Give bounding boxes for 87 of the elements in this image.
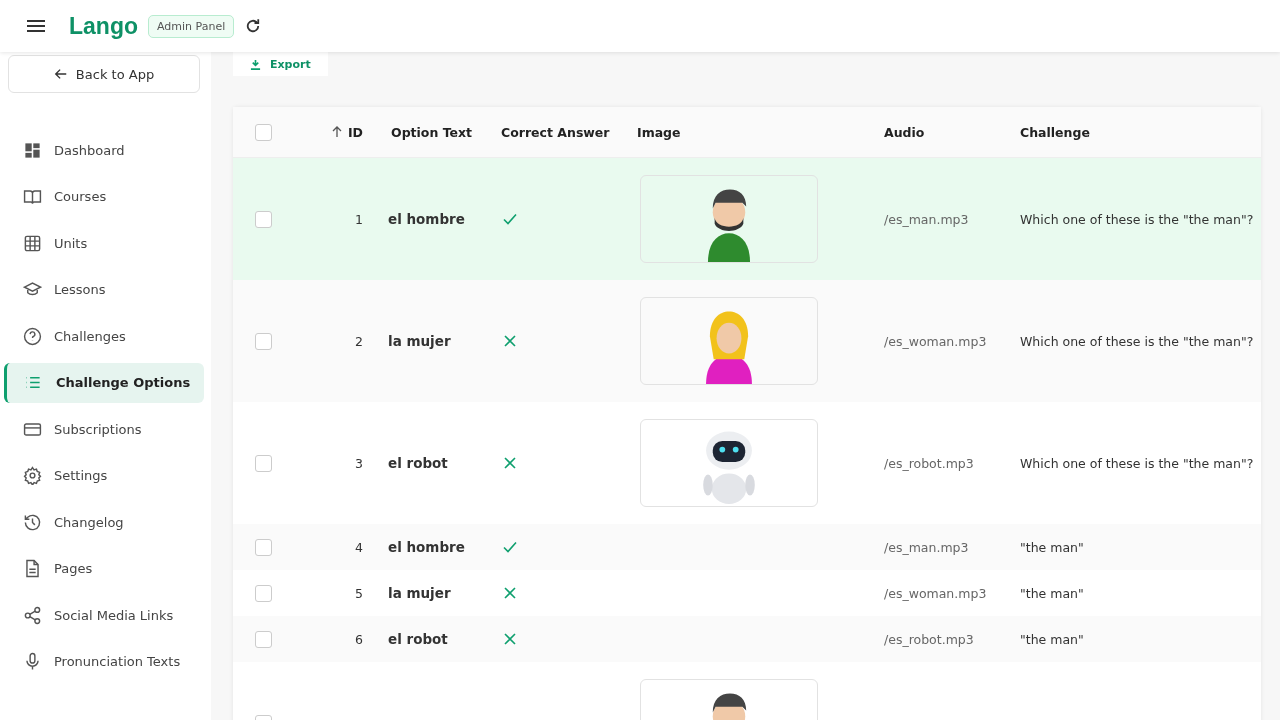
id-cell: 1	[355, 211, 363, 227]
sidebar-label: Courses	[54, 189, 107, 204]
history-icon	[23, 512, 42, 532]
sidebar-label: Units	[54, 235, 88, 251]
challenge-cell: Which one of these is the "the man"?	[1020, 211, 1254, 227]
sidebar-item[interactable]: Lessons	[4, 269, 204, 310]
row-checkbox[interactable]	[254, 210, 272, 228]
sidebar-label: Subscriptions	[54, 421, 142, 437]
sidebar-item[interactable]: Pages	[4, 548, 204, 589]
grid-icon	[23, 233, 42, 253]
menu-icon[interactable]	[27, 20, 45, 32]
sidebar-label: Challenges	[54, 328, 126, 344]
audio-path-cell: /es_man.mp3	[884, 211, 969, 227]
sidebar-label: Lessons	[54, 282, 106, 297]
column-header[interactable]: Correct Answer	[501, 124, 610, 140]
option-text-cell: el robot	[388, 631, 448, 647]
sidebar-label: Dashboard	[54, 142, 125, 158]
gear-icon	[23, 466, 42, 485]
sidebar-item[interactable]: Courses	[4, 176, 204, 217]
sidebar-label: Pronunciation Texts	[54, 654, 181, 669]
challenge-cell: "the man"	[1020, 631, 1084, 647]
sidebar-item[interactable]: Settings	[4, 455, 204, 496]
table-row[interactable]: 3 el robot /es_robot.mp3 Which one of these is the "the man"?	[233, 402, 1261, 524]
sidebar-label: Social Media Links	[54, 607, 174, 623]
sidebar-item[interactable]: Challenge Options	[4, 362, 204, 403]
question-icon	[23, 326, 42, 346]
row-checkbox[interactable]	[254, 454, 272, 472]
sidebar-item[interactable]: Social Media Links	[4, 595, 204, 635]
arrow-left-icon	[53, 67, 68, 81]
audio-path-cell: /es_woman.mp3	[884, 585, 987, 601]
column-header[interactable]: Audio	[884, 124, 925, 140]
image-thumbnail[interactable]	[640, 175, 818, 263]
sort-up-icon[interactable]	[331, 126, 342, 138]
sidebar-label: Changelog	[54, 514, 124, 530]
sidebar-item[interactable]: Dashboard	[4, 130, 204, 170]
row-checkbox[interactable]	[254, 630, 272, 648]
id-cell: 5	[355, 585, 363, 601]
sidebar-item[interactable]: Changelog	[4, 502, 204, 542]
table-row[interactable]: 1 el hombre /es_man.mp3 Which one of these is the "the man"?	[233, 158, 1261, 280]
admin-badge: Admin Panel	[148, 14, 235, 38]
table-row[interactable]: 5 la mujer /es_woman.mp3 "the man"	[233, 570, 1261, 616]
image-thumbnail[interactable]	[640, 297, 818, 385]
challenge-cell: Which one of these is the "the man"?	[1020, 455, 1254, 471]
sidebar-label: Settings	[54, 468, 108, 483]
back-button[interactable]: Back to App	[8, 55, 200, 93]
id-cell: 2	[355, 333, 363, 349]
row-checkbox[interactable]	[254, 538, 272, 556]
id-cell: 6	[355, 631, 363, 647]
option-text-cell: la mujer	[388, 585, 451, 601]
share-icon	[23, 605, 42, 625]
image-thumbnail[interactable]	[640, 419, 818, 507]
sidebar-label: Pages	[54, 561, 93, 576]
row-checkbox[interactable]	[254, 332, 272, 350]
table-row[interactable]: 2 la mujer /es_woman.mp3 Which one of these is the "the man"?	[233, 280, 1261, 402]
audio-path-cell: /es_man.mp3	[884, 539, 969, 555]
table-row[interactable]: 4 el hombre /es_man.mp3 "the man"	[233, 524, 1261, 570]
download-icon	[250, 58, 261, 70]
column-header[interactable]: ID	[347, 124, 363, 140]
id-cell: 4	[355, 539, 363, 555]
sidebar-item[interactable]: Units	[4, 223, 204, 263]
challenge-cell: Which one of these is the "the man"?	[1020, 333, 1254, 349]
id-cell: 3	[355, 455, 363, 471]
brand-logo[interactable]: Lango	[69, 12, 138, 40]
challenge-cell: "the man"	[1020, 585, 1084, 601]
challenge-cell: "the man"	[1020, 539, 1084, 555]
column-header[interactable]: Image	[637, 124, 681, 140]
audio-path-cell: /es_robot.mp3	[884, 631, 974, 647]
table-row[interactable]: 6 el robot /es_robot.mp3 "the man"	[233, 616, 1261, 662]
sidebar-item[interactable]: Challenges	[4, 316, 204, 356]
sidebar-item[interactable]: Subscriptions	[4, 409, 204, 449]
audio-path-cell: /es_robot.mp3	[884, 455, 974, 471]
row-checkbox[interactable]	[254, 584, 272, 602]
option-text-cell: el robot	[388, 455, 448, 471]
audio-path-cell: /es_woman.mp3	[884, 333, 987, 349]
book-icon	[23, 187, 42, 206]
column-header[interactable]: Challenge	[1020, 124, 1090, 140]
export-button[interactable]: Export	[233, 52, 328, 76]
sidebar-label: Challenge Options	[56, 375, 191, 390]
select-all-checkbox[interactable]	[254, 123, 272, 141]
option-text-cell: la mujer	[388, 333, 451, 349]
page-icon	[23, 559, 42, 578]
dashboard-icon	[23, 140, 42, 160]
option-text-cell: el hombre	[388, 211, 465, 227]
column-header[interactable]: Option Text	[391, 124, 473, 140]
mic-icon	[23, 652, 42, 671]
sidebar-item[interactable]: Pronunciation Texts	[4, 641, 204, 682]
option-text-cell: el hombre	[388, 539, 465, 555]
